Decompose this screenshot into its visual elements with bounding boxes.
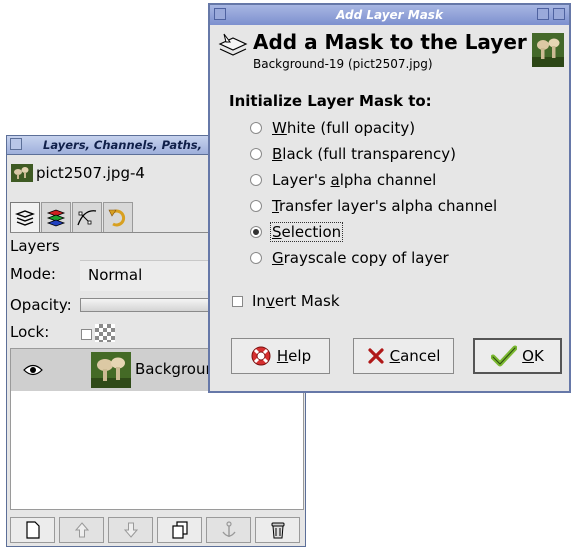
help-button[interactable]: Help <box>231 338 330 374</box>
lock-alpha-checkbox[interactable] <box>81 329 92 340</box>
add-layer-mask-dialog: Add Layer Mask Add a Mask to the Layer B… <box>208 3 571 393</box>
help-lifebuoy-icon <box>251 346 271 366</box>
mode-label: Mode: <box>10 265 56 283</box>
radio-button[interactable] <box>250 200 262 212</box>
mask-option-radio[interactable]: Layer's alpha channel <box>250 169 437 191</box>
layer-mask-icon <box>218 33 248 56</box>
invert-mask-checkbox[interactable]: Invert Mask <box>232 291 341 311</box>
image-name: pict2507.jpg-4 <box>36 164 145 182</box>
new-layer-button[interactable] <box>10 517 55 543</box>
mask-option-radio[interactable]: White (full opacity) <box>250 117 416 139</box>
dialog-subheading: Background-19 (pict2507.jpg) <box>253 57 433 71</box>
eye-icon[interactable] <box>23 363 43 377</box>
mask-option-label: Selection <box>269 222 344 242</box>
new-layer-icon <box>25 521 40 539</box>
mask-option-label: White (full opacity) <box>272 119 416 137</box>
maximize-icon[interactable] <box>537 8 549 20</box>
cancel-label: Cancel <box>389 347 441 365</box>
raise-layer-icon <box>74 522 89 538</box>
duplicate-layer-button[interactable] <box>157 517 202 543</box>
dock-tabs <box>10 202 140 232</box>
ok-button[interactable]: OK <box>473 338 562 374</box>
ok-label: OK <box>522 347 544 365</box>
invert-mask-label: Invert Mask <box>252 292 340 310</box>
radio-button[interactable] <box>250 226 262 238</box>
tab-undo-history[interactable] <box>103 202 133 232</box>
mask-option-radio[interactable]: Selection <box>250 221 344 243</box>
duplicate-layer-icon <box>171 521 188 539</box>
window-menu-icon[interactable] <box>10 138 22 150</box>
tab-paths[interactable] <box>72 202 102 232</box>
help-label: Help <box>276 347 312 365</box>
radio-button[interactable] <box>250 174 262 186</box>
mask-option-label: Layer's alpha channel <box>272 171 437 189</box>
layer-thumbnail <box>91 352 131 388</box>
raise-layer-button[interactable] <box>59 517 104 543</box>
cancel-x-icon <box>367 348 384 364</box>
checkbox-box[interactable] <box>232 295 243 307</box>
opacity-slider[interactable] <box>80 298 220 312</box>
mask-option-label: Grayscale copy of layer <box>272 249 449 267</box>
mask-option-radio[interactable]: Transfer layer's alpha channel <box>250 195 498 217</box>
lock-alpha-icon <box>95 324 115 342</box>
layers-icon <box>15 209 35 226</box>
radio-button[interactable] <box>250 148 262 160</box>
radio-button[interactable] <box>250 122 262 134</box>
dialog-titlebar[interactable]: Add Layer Mask <box>210 5 569 25</box>
image-selector[interactable]: pict2507.jpg-4 <box>11 159 145 187</box>
mask-option-radio[interactable]: Black (full transparency) <box>250 143 457 165</box>
tab-layers[interactable] <box>10 202 40 232</box>
mask-option-radio[interactable]: Grayscale copy of layer <box>250 247 450 269</box>
anchor-layer-icon <box>221 521 236 537</box>
opacity-label: Opacity: <box>10 296 72 314</box>
mode-dropdown[interactable]: Normal <box>80 260 220 291</box>
mask-option-label: Black (full transparency) <box>272 145 456 163</box>
initialize-mask-label: Initialize Layer Mask to: <box>229 92 432 110</box>
layers-button-bar <box>10 517 304 545</box>
lower-layer-button[interactable] <box>108 517 153 543</box>
delete-layer-button[interactable] <box>255 517 300 543</box>
dialog-title: Add Layer Mask <box>336 8 443 22</box>
lower-layer-icon <box>123 522 138 538</box>
image-thumbnail-icon <box>11 164 33 182</box>
layer-name: Backgrour <box>135 360 212 378</box>
mode-value: Normal <box>88 266 143 284</box>
channels-icon <box>46 209 66 226</box>
ok-checkmark-icon <box>491 345 518 367</box>
tab-channels[interactable] <box>41 202 71 232</box>
mask-option-label: Transfer layer's alpha channel <box>272 197 498 215</box>
dialog-heading: Add a Mask to the Layer <box>253 30 527 54</box>
paths-icon <box>77 209 97 225</box>
image-thumbnail-icon <box>532 33 564 67</box>
anchor-layer-button[interactable] <box>206 517 251 543</box>
layers-window-title: Layers, Channels, Paths, <box>43 138 202 152</box>
lock-label: Lock: <box>10 323 50 341</box>
radio-button[interactable] <box>250 252 262 264</box>
cancel-button[interactable]: Cancel <box>353 338 454 374</box>
close-icon[interactable] <box>553 8 565 20</box>
undo-history-icon <box>108 209 126 226</box>
layers-section-label: Layers <box>10 237 60 255</box>
trash-icon <box>271 522 284 539</box>
